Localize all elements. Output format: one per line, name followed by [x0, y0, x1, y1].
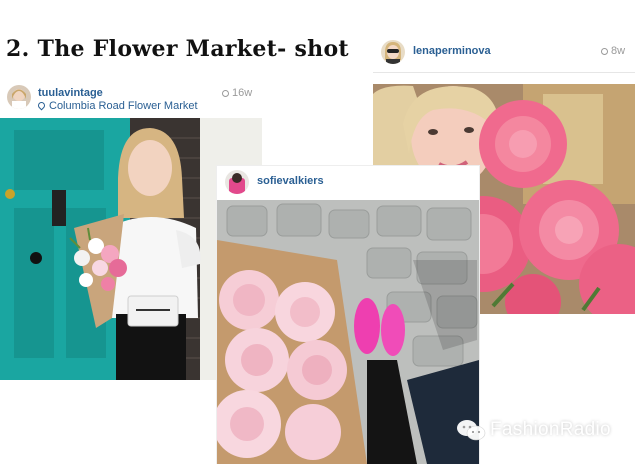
- username[interactable]: tuulavintage: [38, 87, 103, 99]
- post-card-sofievalkiers: sofievalkiers: [217, 166, 479, 464]
- post-time: 16w: [222, 87, 252, 99]
- page-title: 2. The Flower Market- shot: [6, 36, 349, 62]
- location-link[interactable]: Columbia Road Flower Market: [36, 100, 198, 112]
- time-label: 16w: [232, 87, 253, 99]
- clock-icon: [222, 90, 229, 97]
- time-label: 8w: [611, 45, 626, 57]
- header-divider: [373, 72, 635, 73]
- avatar[interactable]: [225, 170, 249, 194]
- post-time: 8w: [601, 45, 625, 57]
- location-label: Columbia Road Flower Market: [49, 100, 198, 112]
- clock-icon: [601, 48, 608, 55]
- wechat-icon: [457, 420, 486, 441]
- post-header: sofievalkiers: [217, 166, 479, 196]
- username[interactable]: lenaperminova: [413, 45, 491, 57]
- username[interactable]: sofievalkiers: [257, 175, 324, 187]
- avatar[interactable]: [7, 85, 31, 109]
- avatar[interactable]: [381, 40, 405, 64]
- post-photo[interactable]: [217, 200, 479, 464]
- post-header: tuulavintage Columbia Road Flower Market…: [0, 82, 262, 112]
- post-header: lenaperminova 8w: [373, 38, 635, 68]
- location-pin-icon: [36, 100, 47, 111]
- photo-roses-shoes-icon: [217, 200, 479, 464]
- watermark-text: FashionRadio: [490, 419, 611, 440]
